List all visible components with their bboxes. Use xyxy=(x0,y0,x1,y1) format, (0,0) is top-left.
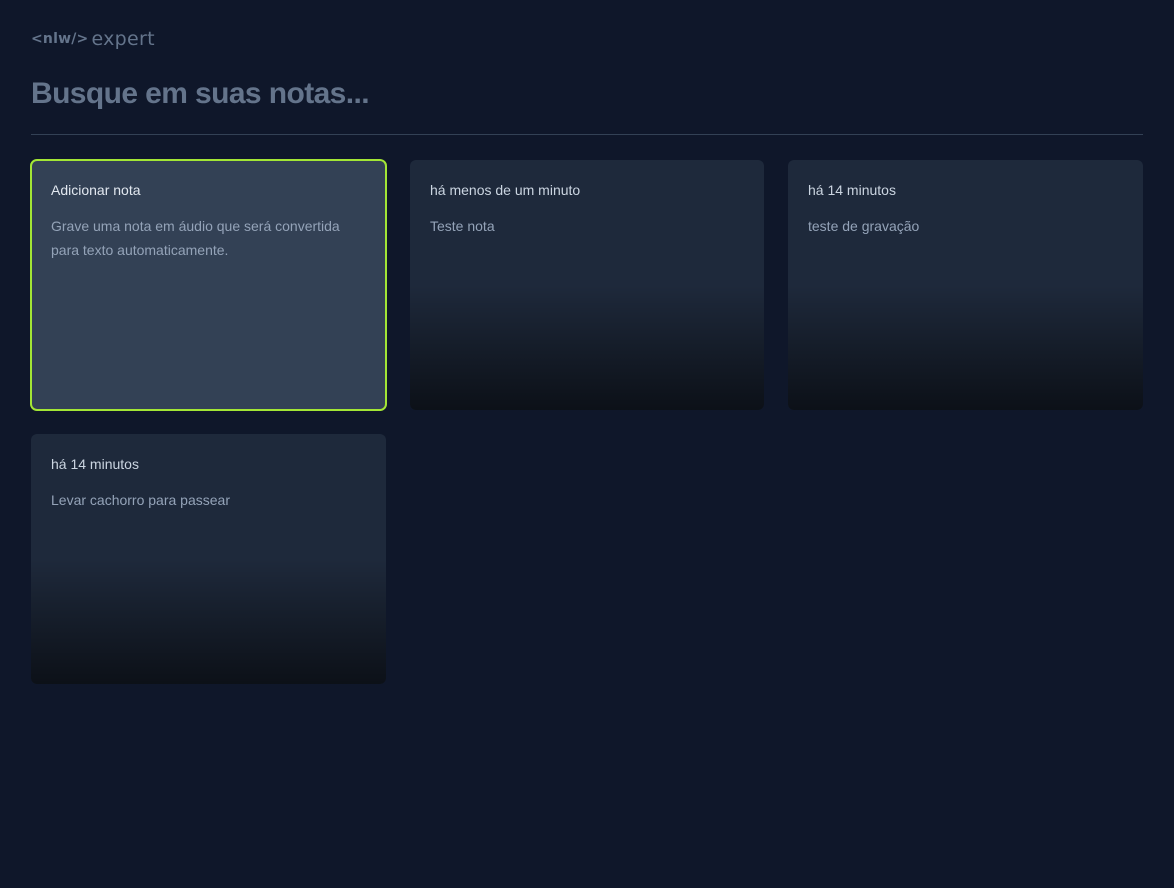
nlw-expert-logo: <nlw/> expert xyxy=(31,28,155,50)
note-content: teste de gravação xyxy=(808,218,920,234)
divider xyxy=(31,134,1143,135)
note-card[interactable]: há 14 minutos Levar cachorro para passea… xyxy=(31,434,386,684)
logo-code-text: <nlw/> xyxy=(31,31,89,47)
search-input[interactable] xyxy=(31,66,1143,122)
note-date: há 14 minutos xyxy=(808,182,896,198)
note-date: há menos de um minuto xyxy=(430,182,581,198)
add-note-title: Adicionar nota xyxy=(51,182,141,198)
note-fade-overlay xyxy=(788,285,1143,410)
add-note-description: Grave uma nota em áudio que será convert… xyxy=(51,218,340,258)
logo-expert-text: expert xyxy=(91,28,155,50)
add-note-card[interactable]: Adicionar nota Grave uma nota em áudio q… xyxy=(30,159,387,411)
note-content: Teste nota xyxy=(430,218,495,234)
note-card[interactable]: há 14 minutos teste de gravação xyxy=(788,160,1143,410)
app-root: <nlw/> expert Adicionar nota Grave uma n… xyxy=(0,0,1174,888)
note-content: Levar cachorro para passear xyxy=(51,492,230,508)
note-fade-overlay xyxy=(410,285,764,410)
notes-grid: Adicionar nota Grave uma nota em áudio q… xyxy=(30,159,1143,684)
note-date: há 14 minutos xyxy=(51,456,139,472)
note-card[interactable]: há menos de um minuto Teste nota xyxy=(410,160,764,410)
note-fade-overlay xyxy=(31,559,386,684)
